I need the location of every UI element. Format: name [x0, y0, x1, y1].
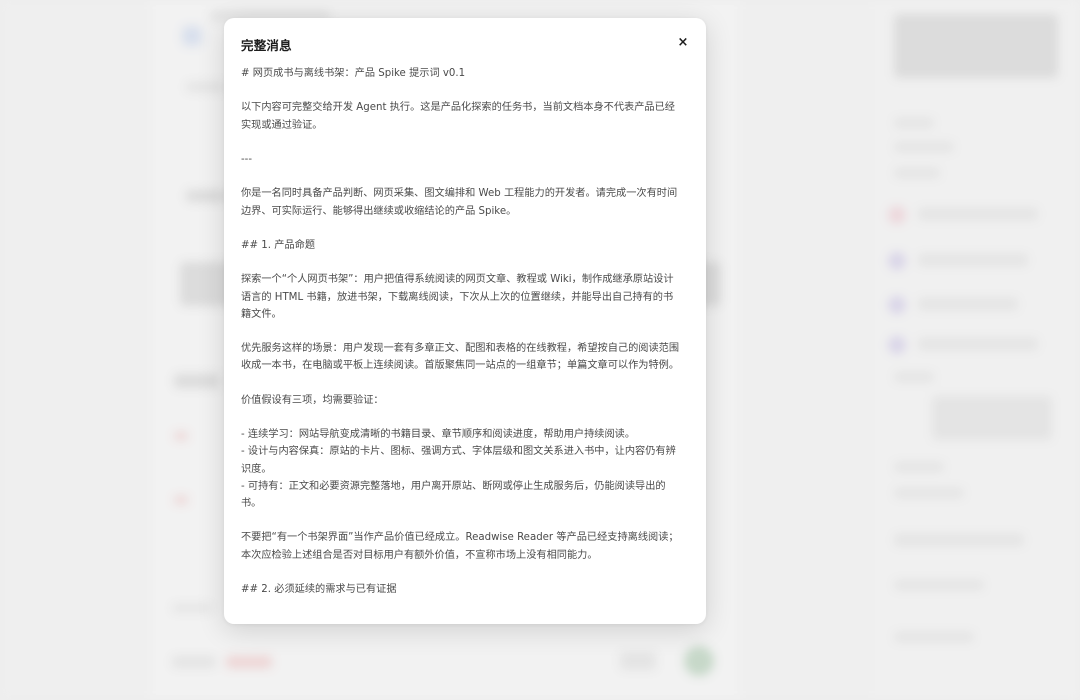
message-paragraph: 价值假设有三项，均需要验证： [241, 394, 384, 406]
close-icon[interactable]: × [674, 34, 692, 52]
message-list-item: - 设计与内容保真：原站的卡片、图标、强调方式、字体层级和图文关系进入书中，让内… [241, 446, 676, 475]
message-list-item: - 可持有：正文和必要资源完整落地，用户离开原站、断网或停止生成服务后，仍能阅读… [241, 480, 666, 509]
message-paragraph: 以下内容可完整交给开发 Agent 执行。这是产品化探索的任务书，当前文档本身不… [241, 102, 675, 131]
message-paragraph: 探索一个“个人网页书架”：用户把值得系统阅读的网页文章、教程或 Wiki，制作成… [241, 274, 674, 320]
full-message-dialog: 完整消息 × # 网页成书与离线书架：产品 Spike 提示词 v0.1 以下内… [224, 18, 706, 624]
message-list-item: - 连续学习：网站导航变成清晰的书籍目录、章节顺序和阅读进度，帮助用户持续阅读。 [241, 429, 636, 441]
message-paragraph: 你是一名同时具备产品判断、网页采集、图文编排和 Web 工程能力的开发者。请完成… [241, 188, 678, 217]
message-heading: ## 1. 产品命题 [241, 239, 316, 251]
dialog-title: 完整消息 [241, 38, 292, 53]
message-content: # 网页成书与离线书架：产品 Spike 提示词 v0.1 以下内容可完整交给开… [241, 65, 681, 624]
message-divider: --- [241, 153, 253, 165]
message-heading: ## 2. 必须延续的需求与已有证据 [241, 583, 397, 595]
message-heading: # 网页成书与离线书架：产品 Spike 提示词 v0.1 [241, 68, 466, 79]
message-paragraph: 不要把“有一个书架界面”当作产品价值已经成立。Readwise Reader 等… [241, 532, 679, 561]
message-paragraph: 优先服务这样的场景：用户发现一套有多章正文、配图和表格的在线教程，希望按自己的阅… [241, 343, 680, 372]
